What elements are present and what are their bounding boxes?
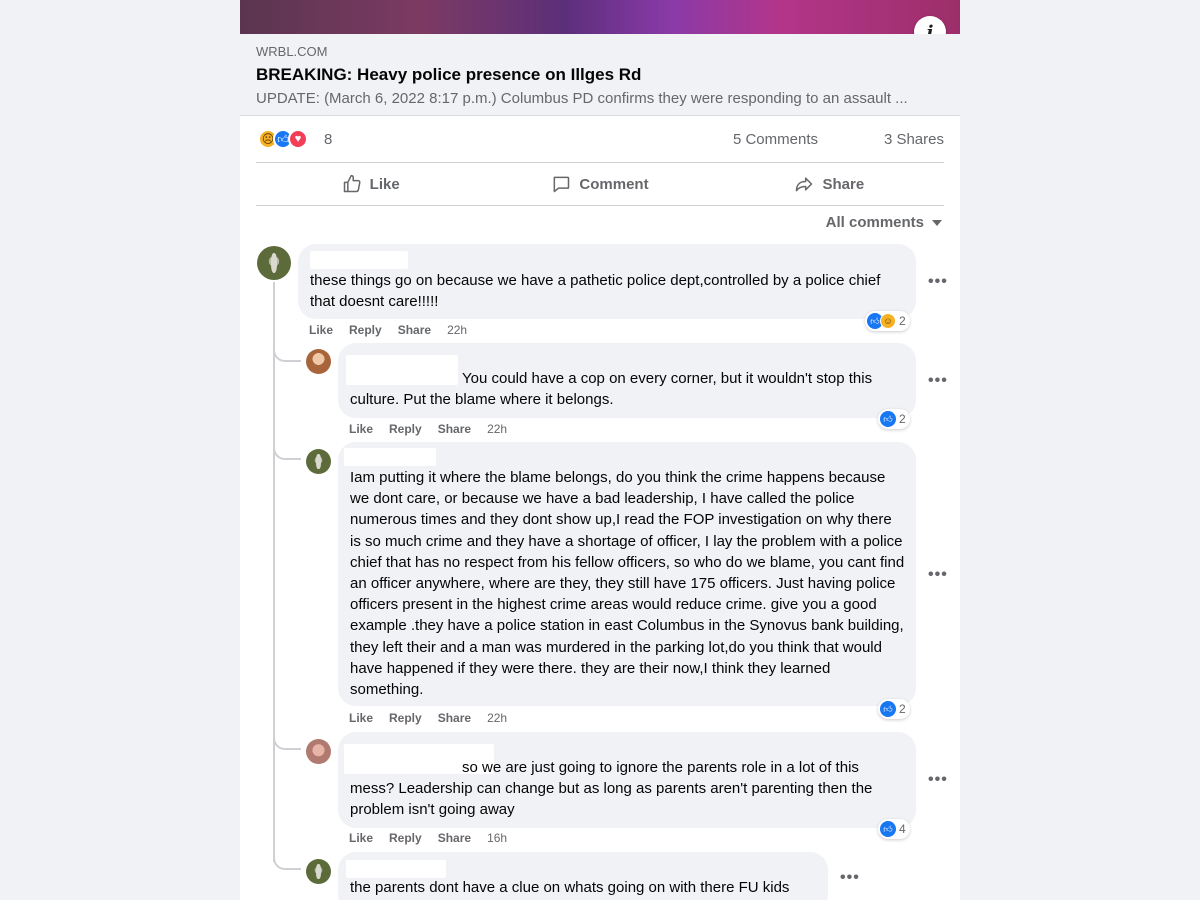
comment-icon — [553, 176, 570, 193]
link-domain: WRBL.COM — [256, 44, 328, 59]
comment-share-link[interactable]: Share — [438, 711, 471, 725]
comment-text-line2: culture. Put the blame where it belongs. — [350, 391, 614, 408]
thread-connector — [273, 444, 301, 460]
comment-actions: Like Reply Share 22h — [349, 422, 507, 436]
comment-like-link[interactable]: Like — [349, 422, 373, 436]
like-reaction-icon: 👍︎ — [880, 701, 896, 717]
comment-bubble: these things go on because we have a pat… — [298, 244, 916, 319]
link-description: UPDATE: (March 6, 2022 8:17 p.m.) Columb… — [256, 90, 908, 107]
post-stats: ☹ 👍︎ ♥ 8 5 Comments 3 Shares — [256, 126, 944, 154]
comment-timestamp[interactable]: 22h — [487, 422, 507, 436]
post-card: i WRBL.COM BREAKING: Heavy police presen… — [240, 0, 960, 900]
like-reaction-icon: 👍︎ — [880, 411, 896, 427]
avatar[interactable] — [257, 246, 291, 280]
comment-reply-link[interactable]: Reply — [389, 831, 422, 845]
comment-actions: Like Reply Share 22h — [349, 711, 507, 725]
share-button[interactable]: Share — [715, 163, 944, 205]
caret-down-icon — [932, 219, 942, 226]
comment-bubble: the parents dont have a clue on whats go… — [338, 852, 828, 900]
comment-like-link[interactable]: Like — [309, 323, 333, 337]
like-label: Like — [369, 175, 400, 193]
comment-share-link[interactable]: Share — [398, 323, 431, 337]
comment-reaction-count: 4 — [899, 822, 906, 836]
more-options-icon[interactable]: ••• — [928, 771, 948, 789]
comment-text-line1: so we are just going to ignore the paren… — [462, 759, 859, 776]
link-preview[interactable]: WRBL.COM BREAKING: Heavy police presence… — [240, 34, 960, 116]
comment-actions: Like Reply Share 22h — [309, 323, 467, 337]
comment-reactions[interactable]: 👍︎ 4 — [878, 819, 910, 839]
reaction-icons[interactable]: ☹ 👍︎ ♥ — [258, 129, 308, 149]
share-label: Share — [822, 175, 865, 193]
share-icon — [796, 177, 813, 192]
comment-filter-dropdown[interactable]: All comments — [826, 214, 942, 231]
avatar[interactable] — [306, 449, 331, 474]
comment-text-line2: mess? Leadership can change but as long … — [350, 780, 873, 819]
shares-count[interactable]: 3 Shares — [884, 131, 944, 148]
comment-like-link[interactable]: Like — [349, 831, 373, 845]
more-options-icon[interactable]: ••• — [928, 273, 948, 291]
redacted-name — [344, 448, 436, 466]
link-title[interactable]: BREAKING: Heavy police presence on Illge… — [256, 65, 641, 85]
link-preview-image[interactable] — [240, 0, 960, 34]
comment-reaction-count: 2 — [899, 314, 906, 328]
redacted-name — [310, 251, 408, 269]
comment-text-line1: You could have a cop on every corner, bu… — [462, 370, 873, 387]
comment-timestamp[interactable]: 22h — [447, 323, 467, 337]
comment-text: the parents dont have a clue on whats go… — [350, 879, 790, 896]
comment-timestamp[interactable]: 22h — [487, 711, 507, 725]
avatar[interactable] — [306, 739, 331, 764]
comment-text: these things go on because we have a pat… — [310, 272, 881, 311]
love-reaction-icon: ♥ — [288, 129, 308, 149]
comment-filter-label: All comments — [825, 214, 924, 231]
reaction-count[interactable]: 8 — [324, 131, 332, 148]
comment-bubble: so we are just going to ignore the paren… — [338, 732, 916, 828]
like-reaction-icon: 👍︎ — [880, 821, 896, 837]
thread-line — [273, 282, 275, 862]
comment-bubble: Iam putting it where the blame belongs, … — [338, 442, 916, 706]
redacted-name — [346, 860, 446, 878]
comment-reply-link[interactable]: Reply — [349, 323, 382, 337]
more-options-icon[interactable]: ••• — [840, 869, 860, 887]
comment-reply-link[interactable]: Reply — [389, 422, 422, 436]
comment-reaction-count: 2 — [899, 412, 906, 426]
comment-share-link[interactable]: Share — [438, 831, 471, 845]
comment-text: Iam putting it where the blame belongs, … — [350, 469, 905, 699]
avatar[interactable] — [306, 859, 331, 884]
comment-timestamp[interactable]: 16h — [487, 831, 507, 845]
comment-actions: Like Reply Share 16h — [349, 831, 507, 845]
comment-reactions[interactable]: 👍︎ 2 — [878, 699, 910, 719]
comment-like-link[interactable]: Like — [349, 711, 373, 725]
comment-reaction-count: 2 — [899, 702, 906, 716]
thread-connector — [273, 734, 301, 750]
thread-connector — [273, 346, 301, 362]
comment-bubble: You could have a cop on every corner, bu… — [338, 343, 916, 418]
comment-button[interactable]: Comment — [485, 163, 714, 205]
like-button[interactable]: Like — [256, 163, 485, 205]
post-action-bar: Like Comment Share — [256, 162, 944, 206]
more-options-icon[interactable]: ••• — [928, 372, 948, 390]
comment-label: Comment — [579, 175, 649, 193]
thumbs-up-icon — [343, 174, 361, 193]
comments-count[interactable]: 5 Comments — [733, 131, 818, 148]
more-options-icon[interactable]: ••• — [928, 566, 948, 584]
haha-reaction-icon: ☺ — [880, 313, 896, 329]
comment-reply-link[interactable]: Reply — [389, 711, 422, 725]
avatar[interactable] — [306, 349, 331, 374]
comment-reactions[interactable]: 👍︎ 2 — [878, 409, 910, 429]
comment-reactions[interactable]: 👍︎ ☺ 2 — [865, 311, 910, 331]
thread-connector — [273, 854, 301, 870]
comment-share-link[interactable]: Share — [438, 422, 471, 436]
redacted-name — [346, 355, 458, 385]
